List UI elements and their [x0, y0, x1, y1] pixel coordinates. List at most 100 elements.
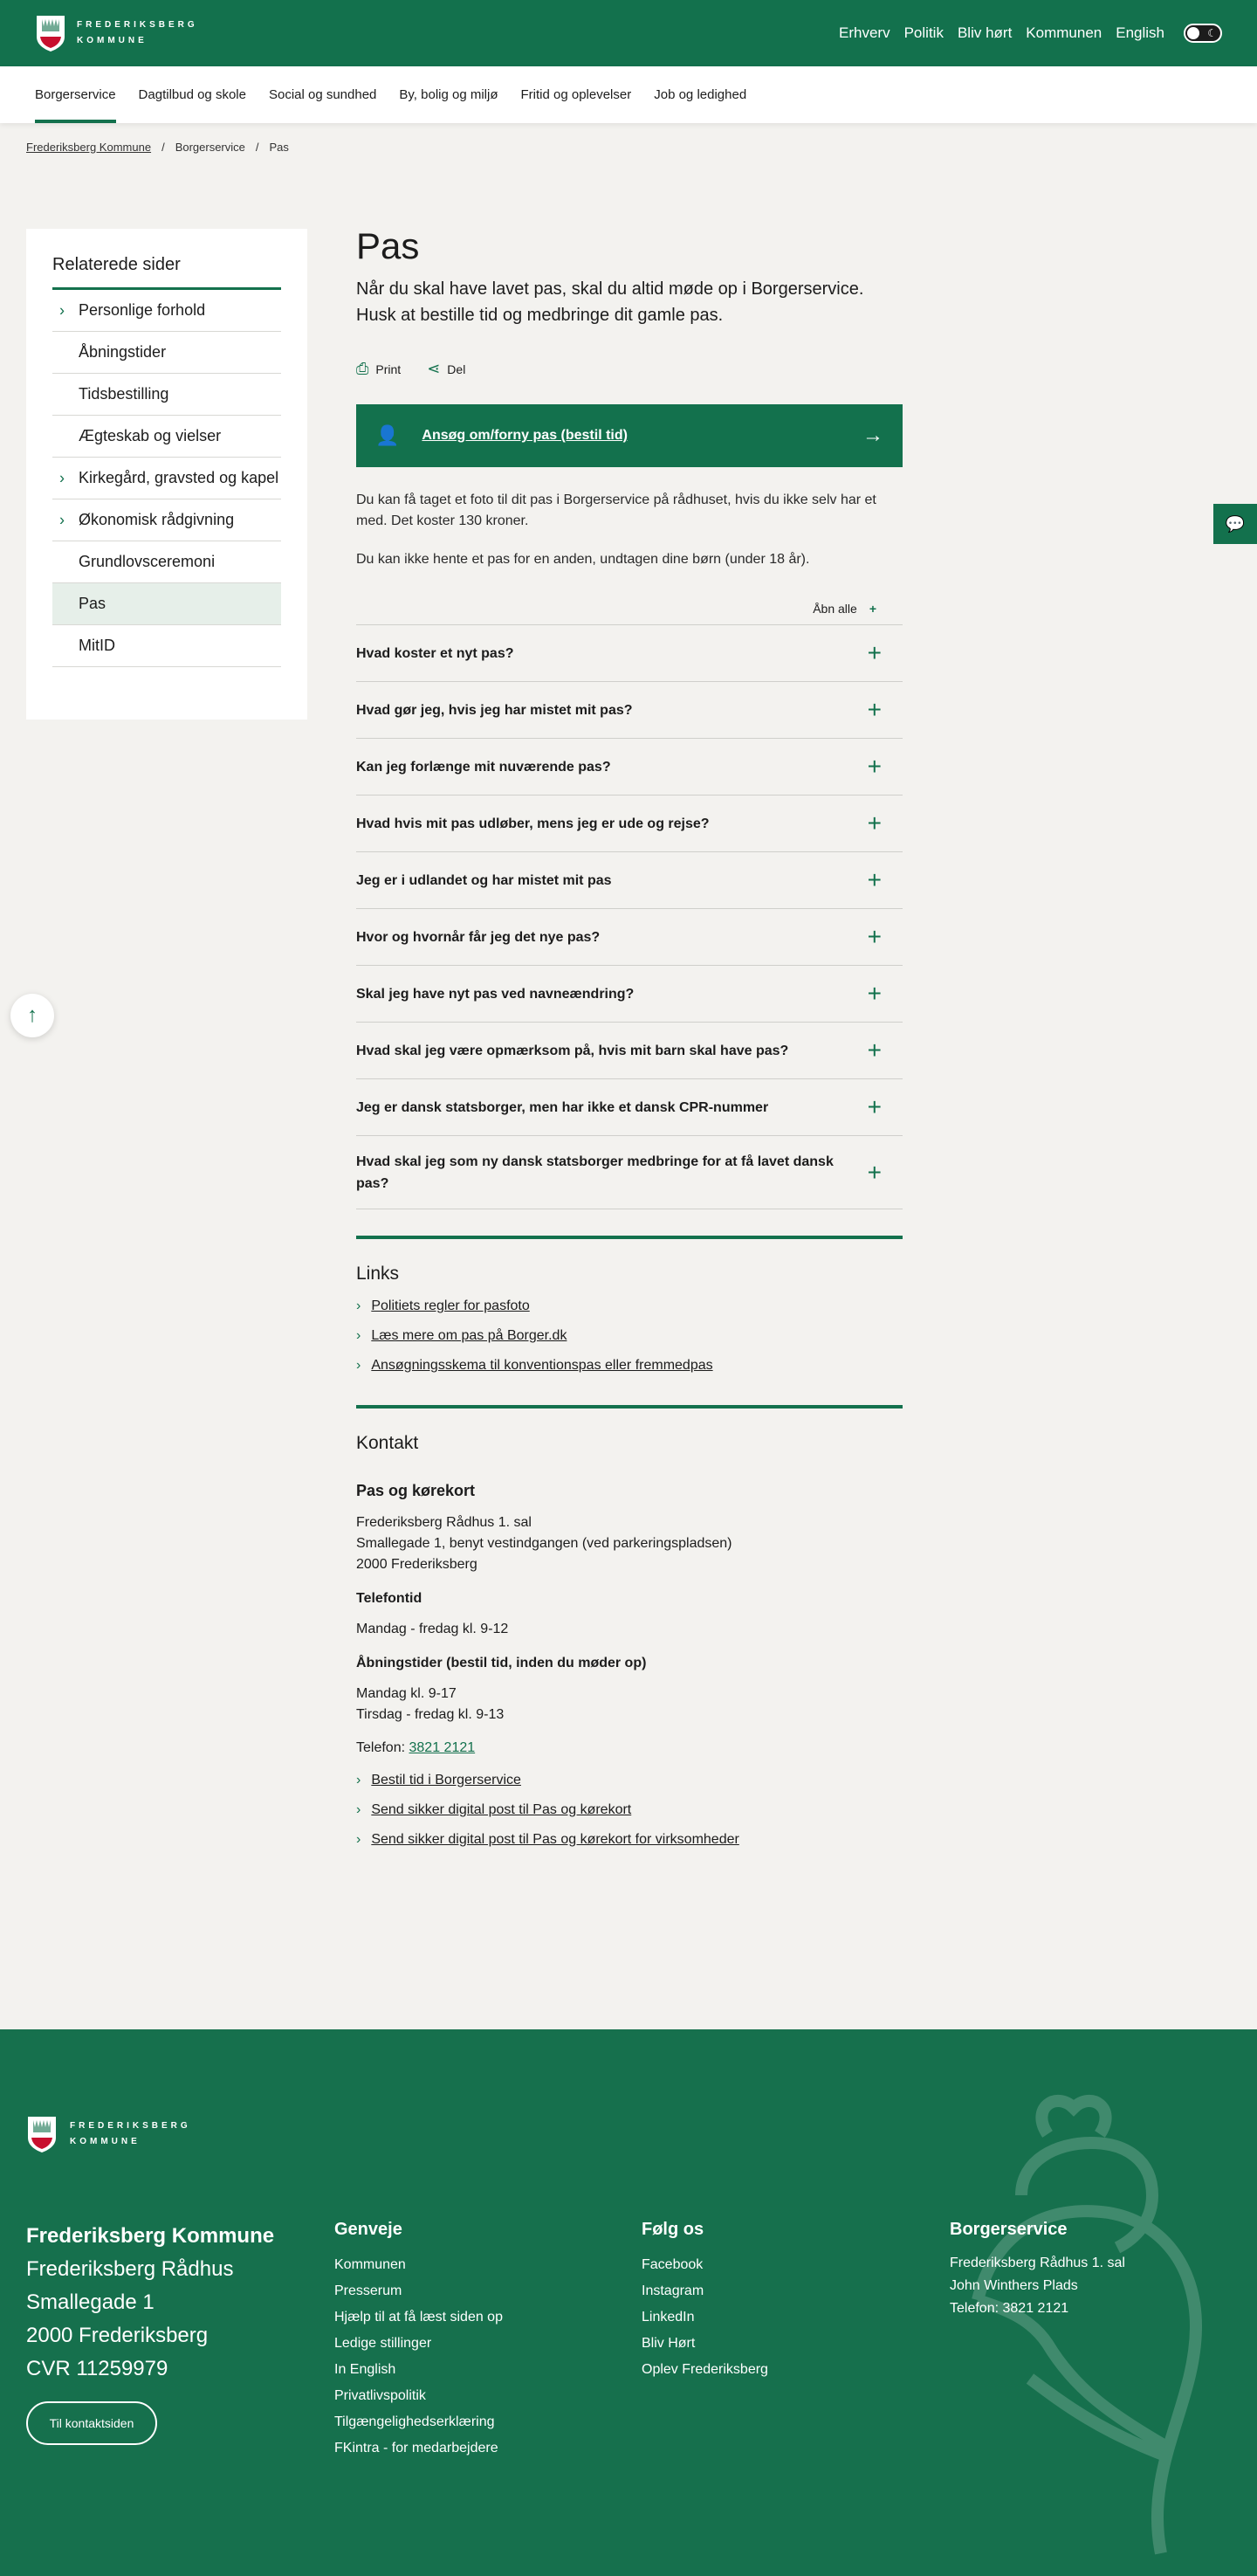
- sidebar-item-grundlovsceremoni[interactable]: Grundlovsceremoni: [52, 541, 281, 583]
- link-borger-dk[interactable]: Læs mere om pas på Borger.dk: [371, 1328, 567, 1344]
- open-all-button[interactable]: Åbn alle +: [356, 602, 903, 625]
- footer-social-link[interactable]: Oplev Frederiksberg: [642, 2357, 768, 2383]
- crest-icon: [35, 14, 66, 52]
- sidebar-item-kirkegaard[interactable]: › Kirkegård, gravsted og kapel: [52, 458, 281, 499]
- share-button[interactable]: ⋖ Del: [427, 360, 465, 378]
- chevron-right-icon: ›: [356, 1298, 361, 1313]
- main-nav-borgerservice[interactable]: Borgerservice: [35, 66, 116, 123]
- footer-link[interactable]: FKintra - for medarbejdere: [334, 2435, 503, 2462]
- moon-icon: ☾: [1207, 27, 1217, 39]
- link-konventionspas[interactable]: Ansøgningsskema til konventionspas eller…: [371, 1358, 712, 1374]
- footer-shortcuts-col: Genveje Kommunen Presserum Hjælp til at …: [334, 2220, 503, 2462]
- link-digital-post-business[interactable]: Send sikker digital post til Pas og køre…: [371, 1832, 739, 1848]
- faq-question: Hvad gør jeg, hvis jeg har mistet mit pa…: [356, 702, 633, 718]
- top-nav-erhverv[interactable]: Erhverv: [839, 24, 890, 42]
- main-nav-by-bolig[interactable]: By, bolig og miljø: [399, 66, 498, 123]
- dark-mode-toggle[interactable]: ☾: [1184, 24, 1222, 43]
- footer-link[interactable]: Ledige stillinger: [334, 2331, 503, 2357]
- back-to-top-button[interactable]: ↑: [10, 994, 54, 1037]
- footer-social-link[interactable]: Instagram: [642, 2278, 768, 2304]
- footer-phone-label: Telefon:: [950, 2301, 999, 2316]
- footer-phone-number[interactable]: 3821 2121: [1003, 2301, 1069, 2316]
- apply-passport-button[interactable]: 👤 Ansøg om/forny pas (bestil tid) →: [356, 404, 903, 467]
- main-nav-dagtilbud[interactable]: Dagtilbud og skole: [139, 66, 246, 123]
- sidebar-item-personlige-forhold[interactable]: › Personlige forhold: [52, 290, 281, 332]
- footer-logo[interactable]: FREDERIKSBERG KOMMUNE: [26, 2115, 191, 2153]
- contact-phone: Telefon: 3821 2121: [356, 1738, 903, 1759]
- link-digital-post[interactable]: Send sikker digital post til Pas og køre…: [371, 1802, 631, 1818]
- sidebar-item-pas[interactable]: Pas: [52, 583, 281, 625]
- link-book-time[interactable]: Bestil tid i Borgerservice: [371, 1773, 521, 1788]
- sidebar-item-aegteskab[interactable]: Ægteskab og vielser: [52, 416, 281, 458]
- sidebar-item-aabningstider[interactable]: Åbningstider: [52, 332, 281, 374]
- footer-social-link[interactable]: LinkedIn: [642, 2304, 768, 2331]
- link-item: › Ansøgningsskema til konventionspas elle…: [356, 1358, 903, 1374]
- breadcrumb-borgerservice[interactable]: Borgerservice: [175, 141, 245, 154]
- site-logo[interactable]: FREDERIKSBERG KOMMUNE: [35, 14, 198, 52]
- faq-item[interactable]: Hvad skal jeg være opmærksom på, hvis mi…: [356, 1023, 903, 1079]
- footer-address-line: Smallegade 1: [26, 2290, 155, 2314]
- faq-item[interactable]: Hvad koster et nyt pas? +: [356, 625, 903, 682]
- print-button[interactable]: ⎙ Print: [356, 360, 401, 378]
- footer-social-link[interactable]: Facebook: [642, 2252, 768, 2278]
- faq-item[interactable]: Hvad skal jeg som ny dansk statsborger m…: [356, 1136, 903, 1209]
- faq-item[interactable]: Skal jeg have nyt pas ved navneændring? +: [356, 966, 903, 1023]
- sidebar-item-tidsbestilling[interactable]: Tidsbestilling: [52, 374, 281, 416]
- faq-item[interactable]: Hvad hvis mit pas udløber, mens jeg er u…: [356, 796, 903, 852]
- main-nav-social[interactable]: Social og sundhed: [269, 66, 376, 123]
- link-pasfoto[interactable]: Politiets regler for pasfoto: [371, 1298, 529, 1314]
- footer-link[interactable]: Presserum: [334, 2278, 503, 2304]
- page-title: Pas: [356, 225, 420, 266]
- footer-social-link[interactable]: Bliv Hørt: [642, 2331, 768, 2357]
- contact-title: Kontakt: [356, 1433, 419, 1453]
- breadcrumb-home[interactable]: Frederiksberg Kommune: [26, 141, 151, 154]
- main-nav-job[interactable]: Job og ledighed: [654, 66, 746, 123]
- site-footer: FREDERIKSBERG KOMMUNE Frederiksberg Komm…: [0, 2029, 1257, 2576]
- plus-icon: +: [867, 809, 882, 837]
- top-nav-politik[interactable]: Politik: [904, 24, 944, 42]
- top-nav-bliv-hoert[interactable]: Bliv hørt: [958, 24, 1012, 42]
- plus-icon: +: [867, 923, 882, 950]
- opening-hours: Mandag kl. 9-17 Tirsdag - fredag kl. 9-1…: [356, 1684, 903, 1725]
- faq-item[interactable]: Hvad gør jeg, hvis jeg har mistet mit pa…: [356, 682, 903, 739]
- footer-link[interactable]: In English: [334, 2357, 503, 2383]
- phone-hours-heading: Telefontid: [356, 1591, 422, 1606]
- link-item: › Bestil tid i Borgerservice: [356, 1773, 903, 1788]
- plus-icon: +: [867, 639, 882, 666]
- chat-button[interactable]: 💬: [1213, 504, 1257, 544]
- contact-page-button[interactable]: Til kontaktsiden: [26, 2401, 157, 2445]
- plus-icon: +: [867, 1037, 882, 1064]
- faq-question: Skal jeg have nyt pas ved navneændring?: [356, 986, 635, 1002]
- breadcrumb-separator: /: [255, 141, 259, 154]
- breadcrumb: Frederiksberg Kommune / Borgerservice / …: [0, 123, 1257, 171]
- sidebar-item-label: Tidsbestilling: [79, 385, 169, 403]
- plus-icon: +: [867, 980, 882, 1007]
- logo-line1: FREDERIKSBERG: [70, 2121, 191, 2131]
- phone-label: Telefon:: [356, 1740, 406, 1755]
- footer-link[interactable]: Privatlivspolitik: [334, 2383, 503, 2409]
- sidebar-item-label: Åbningstider: [79, 343, 167, 361]
- top-nav-kommunen[interactable]: Kommunen: [1026, 24, 1102, 42]
- faq-item[interactable]: Kan jeg forlænge mit nuværende pas? +: [356, 739, 903, 796]
- footer-link[interactable]: Kommunen: [334, 2252, 503, 2278]
- footer-bs-title: Borgerservice: [950, 2220, 1068, 2239]
- logo-line1: FREDERIKSBERG: [77, 20, 198, 30]
- footer-link[interactable]: Hjælp til at få læst siden op: [334, 2304, 503, 2331]
- link-item: › Politiets regler for pasfoto: [356, 1298, 903, 1314]
- top-nav-english[interactable]: English: [1116, 24, 1164, 42]
- footer-follow-title: Følg os: [642, 2220, 704, 2239]
- sidebar-item-mitid[interactable]: MitID: [52, 625, 281, 667]
- main-nav-fritid[interactable]: Fritid og oplevelser: [521, 66, 632, 123]
- footer-org-name: Frederiksberg Kommune: [26, 2224, 275, 2248]
- faq-item[interactable]: Hvor og hvornår får jeg det nye pas? +: [356, 909, 903, 966]
- top-nav: Erhverv Politik Bliv hørt Kommunen Engli…: [839, 24, 1222, 43]
- footer-link[interactable]: Tilgængelighedserklæring: [334, 2409, 503, 2435]
- site-header: FREDERIKSBERG KOMMUNE Erhverv Politik Bl…: [0, 0, 1257, 66]
- phone-link[interactable]: 3821 2121: [409, 1740, 476, 1755]
- footer-bs-line: John Winthers Plads: [950, 2278, 1078, 2293]
- faq-item[interactable]: Jeg er i udlandet og har mistet mit pas +: [356, 852, 903, 909]
- faq-item[interactable]: Jeg er dansk statsborger, men har ikke e…: [356, 1079, 903, 1136]
- arrow-right-icon: →: [862, 424, 883, 447]
- print-label: Print: [375, 362, 402, 376]
- sidebar-item-oekonomisk[interactable]: › Økonomisk rådgivning: [52, 499, 281, 541]
